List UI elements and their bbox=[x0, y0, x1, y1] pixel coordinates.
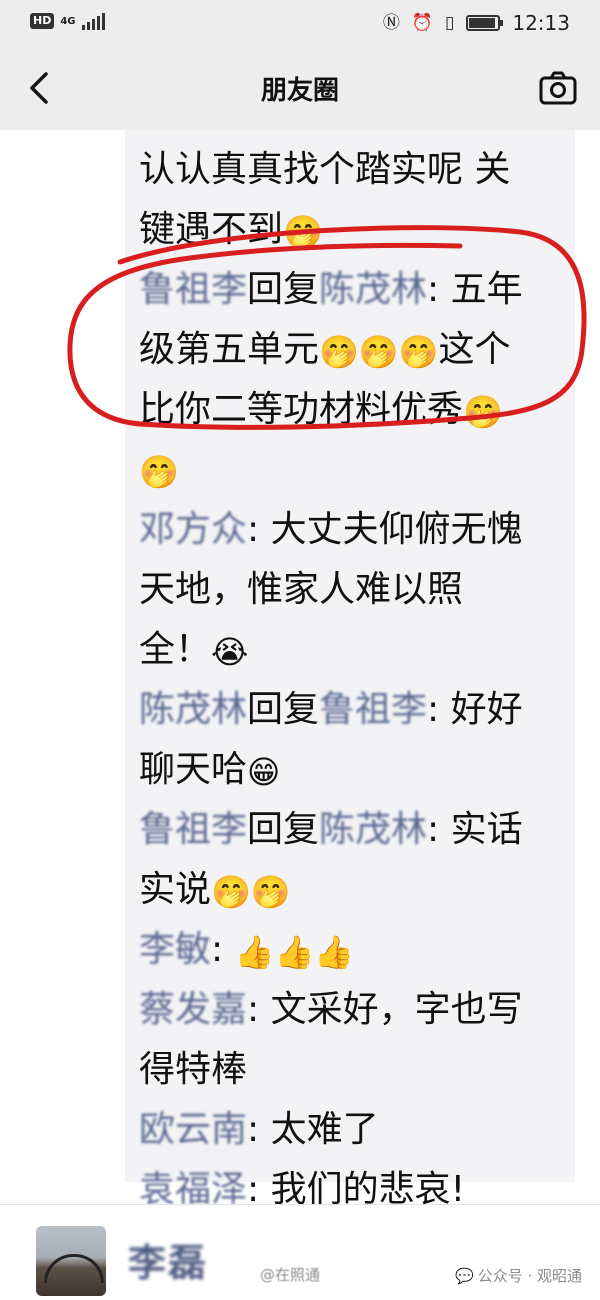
crying-emoji-icon: 😭 bbox=[211, 633, 249, 671]
commenter-name[interactable]: 邓方众 bbox=[139, 509, 247, 550]
divider bbox=[0, 1204, 600, 1205]
commenter-name[interactable]: 欧云南 bbox=[139, 1109, 247, 1150]
network-type: 4G bbox=[60, 15, 76, 27]
facepalm-emoji-icon: 🤭 bbox=[139, 453, 179, 491]
comment-line: 比你二等功材料优秀🤭 bbox=[139, 380, 575, 440]
reply-target-name[interactable]: 陈茂林 bbox=[319, 269, 427, 310]
comment-line[interactable]: 邓方众: 大丈夫仰俯无愧 bbox=[139, 500, 575, 560]
comment-line: 级第五单元🤭🤭🤭这个 bbox=[139, 320, 575, 380]
reply-target-name[interactable]: 陈茂林 bbox=[319, 809, 427, 850]
comment-thread: 认认真真找个踏实呢 关 键遇不到🤭 鲁祖李回复陈茂林: 五年 级第五单元🤭🤭🤭这… bbox=[125, 130, 575, 1210]
facepalm-emoji-icon: 🤭🤭 bbox=[211, 873, 291, 911]
comment-line[interactable]: 鲁祖李回复陈茂林: 实话 bbox=[139, 800, 575, 860]
comment-line[interactable]: 蔡发嘉: 文采好，字也写 bbox=[139, 980, 575, 1040]
nfc-icon: Ⓝ bbox=[382, 13, 400, 33]
comment-line: 全！😭 bbox=[139, 620, 575, 680]
commenter-name[interactable]: 蔡发嘉 bbox=[139, 989, 247, 1030]
comment-line[interactable]: 陈茂林回复鲁祖李: 好好 bbox=[139, 680, 575, 740]
comment-line[interactable]: 袁福泽: 我们的悲哀! bbox=[139, 1160, 575, 1220]
reply-target-name[interactable]: 鲁祖李 bbox=[319, 689, 427, 730]
wechat-icon: 💬 bbox=[455, 1266, 474, 1285]
facepalm-emoji-icon: 🤭🤭🤭 bbox=[319, 333, 439, 371]
camera-icon[interactable] bbox=[538, 70, 578, 106]
battery-icon bbox=[466, 15, 504, 31]
comment-line: 🤭 bbox=[139, 440, 575, 500]
comment-line: 键遇不到🤭 bbox=[139, 200, 575, 260]
source-text: 公众号 · 观昭通 bbox=[477, 1267, 582, 1285]
comment-line: 聊天哈😁 bbox=[139, 740, 575, 800]
comment-line[interactable]: 鲁祖李回复陈茂林: 五年 bbox=[139, 260, 575, 320]
user-name[interactable]: 李磊 bbox=[128, 1232, 208, 1287]
comment-line[interactable]: 李敏: 👍👍👍 bbox=[139, 920, 575, 980]
facepalm-emoji-icon: 🤭 bbox=[283, 213, 323, 251]
avatar[interactable] bbox=[36, 1226, 106, 1296]
comment-line: 得特棒 bbox=[139, 1049, 248, 1090]
alarm-icon: ⏰ bbox=[411, 13, 433, 33]
comment-line: 实说🤭🤭 bbox=[139, 860, 575, 920]
thumbs-up-emoji-icon: 👍👍👍 bbox=[234, 933, 355, 971]
commenter-name[interactable]: 鲁祖李 bbox=[139, 269, 247, 310]
watermark-text: @在照通 bbox=[260, 1266, 321, 1284]
commenter-name[interactable]: 陈茂林 bbox=[139, 689, 247, 730]
commenter-name[interactable]: 鲁祖李 bbox=[139, 809, 247, 850]
nav-bar: 朋友圈 bbox=[0, 46, 600, 130]
source-label: 💬 公众号 · 观昭通 bbox=[455, 1265, 582, 1286]
vibrate-icon: ▯ bbox=[445, 13, 455, 33]
comment-line: 认认真真找个踏实呢 关 bbox=[139, 149, 511, 190]
clock-time: 12:13 bbox=[512, 11, 570, 35]
signal-icon bbox=[81, 12, 105, 30]
page-title: 朋友圈 bbox=[260, 76, 339, 106]
comment-line[interactable]: 欧云南: 太难了 bbox=[139, 1100, 575, 1160]
comment-line: 天地，惟家人难以照 bbox=[139, 569, 464, 610]
facepalm-emoji-icon: 🤭 bbox=[463, 393, 503, 431]
hd-badge: HD bbox=[30, 13, 55, 29]
status-bar: HD 4G Ⓝ ⏰ ▯ 12:13 bbox=[0, 0, 600, 46]
grin-emoji-icon: 😁 bbox=[247, 753, 281, 791]
commenter-name[interactable]: 李敏 bbox=[139, 929, 211, 970]
